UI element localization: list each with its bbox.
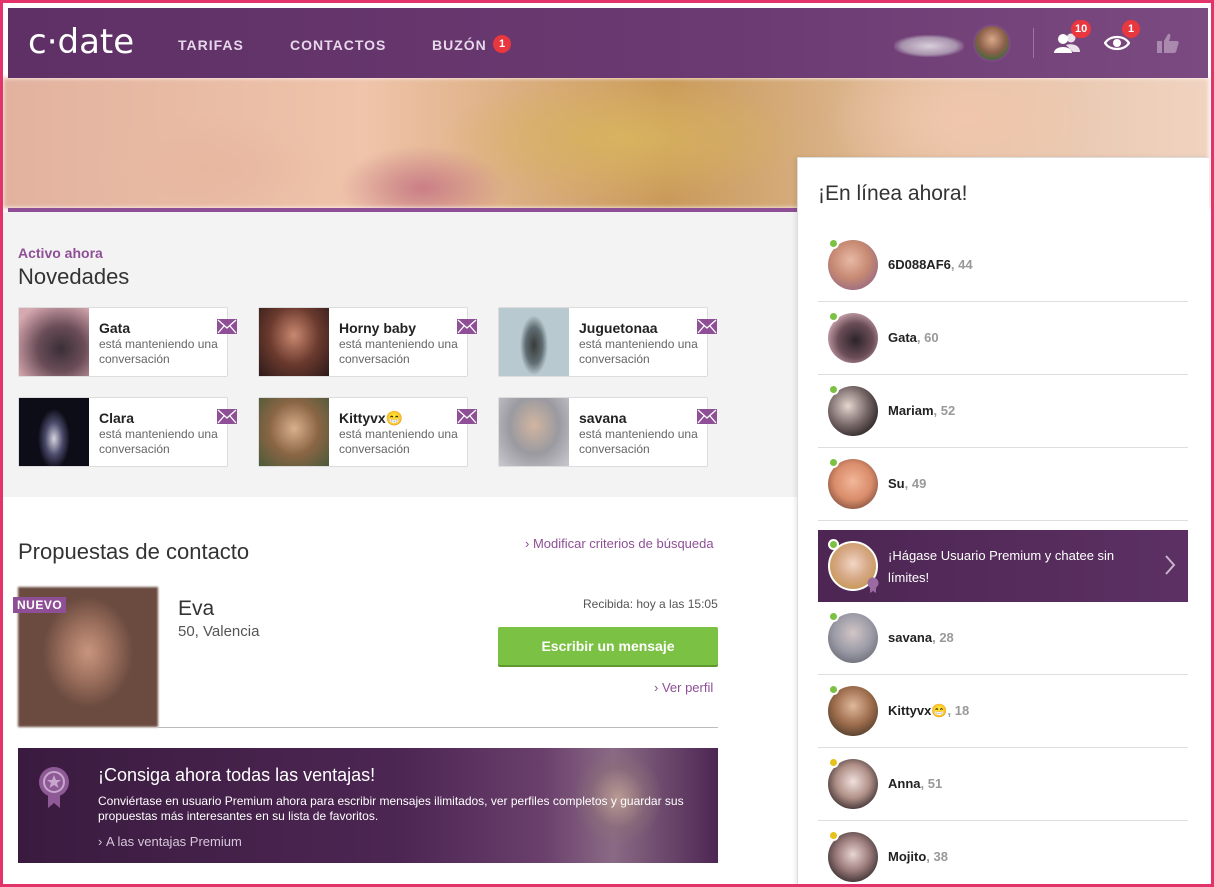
chevron-right-icon xyxy=(1165,555,1176,575)
modify-search-link[interactable]: › Modificar criterios de búsqueda xyxy=(525,536,714,551)
novedad-name: Clara xyxy=(99,410,135,426)
novedad-card[interactable]: Horny baby está manteniendo una conversa… xyxy=(258,307,477,377)
online-user-row[interactable]: Kittyvx😁, 18 xyxy=(818,675,1188,748)
mail-icon[interactable] xyxy=(457,319,477,334)
like-thumb-icon[interactable] xyxy=(1155,32,1181,54)
online-status-dot xyxy=(828,238,839,249)
proposals-title: Propuestas de contacto xyxy=(18,539,250,564)
divider xyxy=(158,727,718,728)
online-status-dot xyxy=(828,384,839,395)
chevron-right-icon: › xyxy=(525,536,533,551)
premium-ribbon-icon xyxy=(867,577,879,593)
online-user-label: Anna, 51 xyxy=(888,776,943,791)
buzon-count-badge: 1 xyxy=(493,35,511,53)
novedad-photo xyxy=(19,398,89,466)
banner-title: ¡Consiga ahora todas las ventajas! xyxy=(98,765,376,785)
premium-chat-promo[interactable]: ¡Hágase Usuario Premium y chatee sin lím… xyxy=(818,530,1188,602)
view-profile-link[interactable]: › Ver perfil xyxy=(654,680,713,695)
novedad-card[interactable]: savana está manteniendo una conversación xyxy=(498,397,717,467)
online-user-row[interactable]: Mojito, 38 xyxy=(818,821,1188,887)
nav-buzon[interactable]: BUZÓN xyxy=(432,37,487,53)
novedad-status: está manteniendo una conversación xyxy=(579,337,698,366)
novedad-name: Gata xyxy=(99,320,131,336)
novedad-photo xyxy=(259,398,329,466)
novedad-name: Horny baby xyxy=(339,320,417,336)
novedad-status: está manteniendo una conversación xyxy=(579,427,698,456)
online-user-label: Kittyvx😁, 18 xyxy=(888,703,970,718)
online-status-dot xyxy=(828,611,839,622)
view-profile-label: Ver perfil xyxy=(661,680,714,695)
username-blurred[interactable] xyxy=(894,35,964,57)
novedad-card[interactable]: Juguetonaa está manteniendo una conversa… xyxy=(498,307,717,377)
novedad-name: Juguetonaa xyxy=(579,320,658,336)
visitors-count-badge: 1 xyxy=(1122,20,1140,38)
online-now-title: ¡En línea ahora! xyxy=(818,182,968,205)
online-user-row[interactable]: savana, 28 xyxy=(818,602,1188,675)
online-user-label: Su, 49 xyxy=(888,476,927,491)
novedad-photo xyxy=(19,308,89,376)
online-status-dot xyxy=(828,539,839,550)
premium-benefits-link[interactable]: › A las ventajas Premium xyxy=(98,834,242,849)
online-status-dot xyxy=(828,684,839,695)
online-status-dot xyxy=(828,457,839,468)
online-now-panel: ¡En línea ahora! 6D088AF6, 44 Gata, 60 M… xyxy=(797,157,1209,887)
write-message-button[interactable]: Escribir un mensaje xyxy=(498,627,718,665)
novedad-card[interactable]: Kittyvx😁 está manteniendo una conversaci… xyxy=(258,397,477,467)
novedad-status: está manteniendo una conversación xyxy=(99,427,218,456)
received-timestamp: Recibida: hoy a las 15:05 xyxy=(583,597,718,611)
online-user-row[interactable]: 6D088AF6, 44 xyxy=(818,229,1188,302)
novedad-photo xyxy=(499,398,569,466)
chevron-right-icon: › xyxy=(98,834,106,849)
mail-icon[interactable] xyxy=(457,409,477,424)
mail-icon[interactable] xyxy=(697,409,717,424)
proposal-location: 50, Valencia xyxy=(178,623,260,640)
promo-text: ¡Hágase Usuario Premium y chatee sin lím… xyxy=(888,548,1115,585)
header-divider xyxy=(1033,28,1034,58)
novedad-card[interactable]: Gata está manteniendo una conversación xyxy=(18,307,237,377)
novedad-photo xyxy=(259,308,329,376)
novedad-photo xyxy=(499,308,569,376)
premium-badge-icon xyxy=(39,767,69,808)
novedad-status: está manteniendo una conversación xyxy=(339,427,458,456)
novedad-status: está manteniendo una conversación xyxy=(339,337,458,366)
banner-description: Conviértase en usuario Premium ahora par… xyxy=(98,794,684,823)
online-user-label: Mariam, 52 xyxy=(888,403,956,418)
mail-icon[interactable] xyxy=(217,409,237,424)
online-user-row[interactable]: Gata, 60 xyxy=(818,302,1188,375)
contacts-count-badge: 10 xyxy=(1071,20,1092,38)
online-user-label: 6D088AF6, 44 xyxy=(888,257,973,272)
premium-banner[interactable]: ¡Consiga ahora todas las ventajas! Convi… xyxy=(18,748,718,863)
online-status-dot xyxy=(828,311,839,322)
new-badge: NUEVO xyxy=(13,597,67,613)
modify-search-label: Modificar criterios de búsqueda xyxy=(532,536,714,551)
online-user-row[interactable]: Anna, 51 xyxy=(818,748,1188,821)
chevron-right-icon: › xyxy=(654,680,662,695)
nav-tarifas[interactable]: TARIFAS xyxy=(178,37,244,53)
top-navigation-bar: c·date TARIFAS CONTACTOS BUZÓN 1 10 1 xyxy=(8,8,1208,78)
novedad-name: savana xyxy=(579,410,627,426)
novedad-status: está manteniendo una conversación xyxy=(99,337,218,366)
novedades-title: Novedades xyxy=(18,264,130,289)
online-user-label: Mojito, 38 xyxy=(888,849,948,864)
mail-icon[interactable] xyxy=(697,319,717,334)
active-now-label: Activo ahora xyxy=(18,245,103,261)
user-avatar[interactable] xyxy=(973,24,1011,62)
online-user-row[interactable]: Mariam, 52 xyxy=(818,375,1188,448)
away-status-dot xyxy=(828,757,839,768)
cdate-logo[interactable]: c·date xyxy=(28,22,134,62)
online-user-label: savana, 28 xyxy=(888,630,954,645)
novedad-name: Kittyvx😁 xyxy=(339,410,404,426)
nav-contactos[interactable]: CONTACTOS xyxy=(290,37,386,53)
novedad-card[interactable]: Clara está manteniendo una conversación xyxy=(18,397,237,467)
online-user-row[interactable]: Su, 49 xyxy=(818,448,1188,521)
proposal-name[interactable]: Eva xyxy=(178,597,214,621)
online-user-label: Gata, 60 xyxy=(888,330,939,345)
away-status-dot xyxy=(828,830,839,841)
premium-benefits-label: A las ventajas Premium xyxy=(105,834,242,849)
mail-icon[interactable] xyxy=(217,319,237,334)
